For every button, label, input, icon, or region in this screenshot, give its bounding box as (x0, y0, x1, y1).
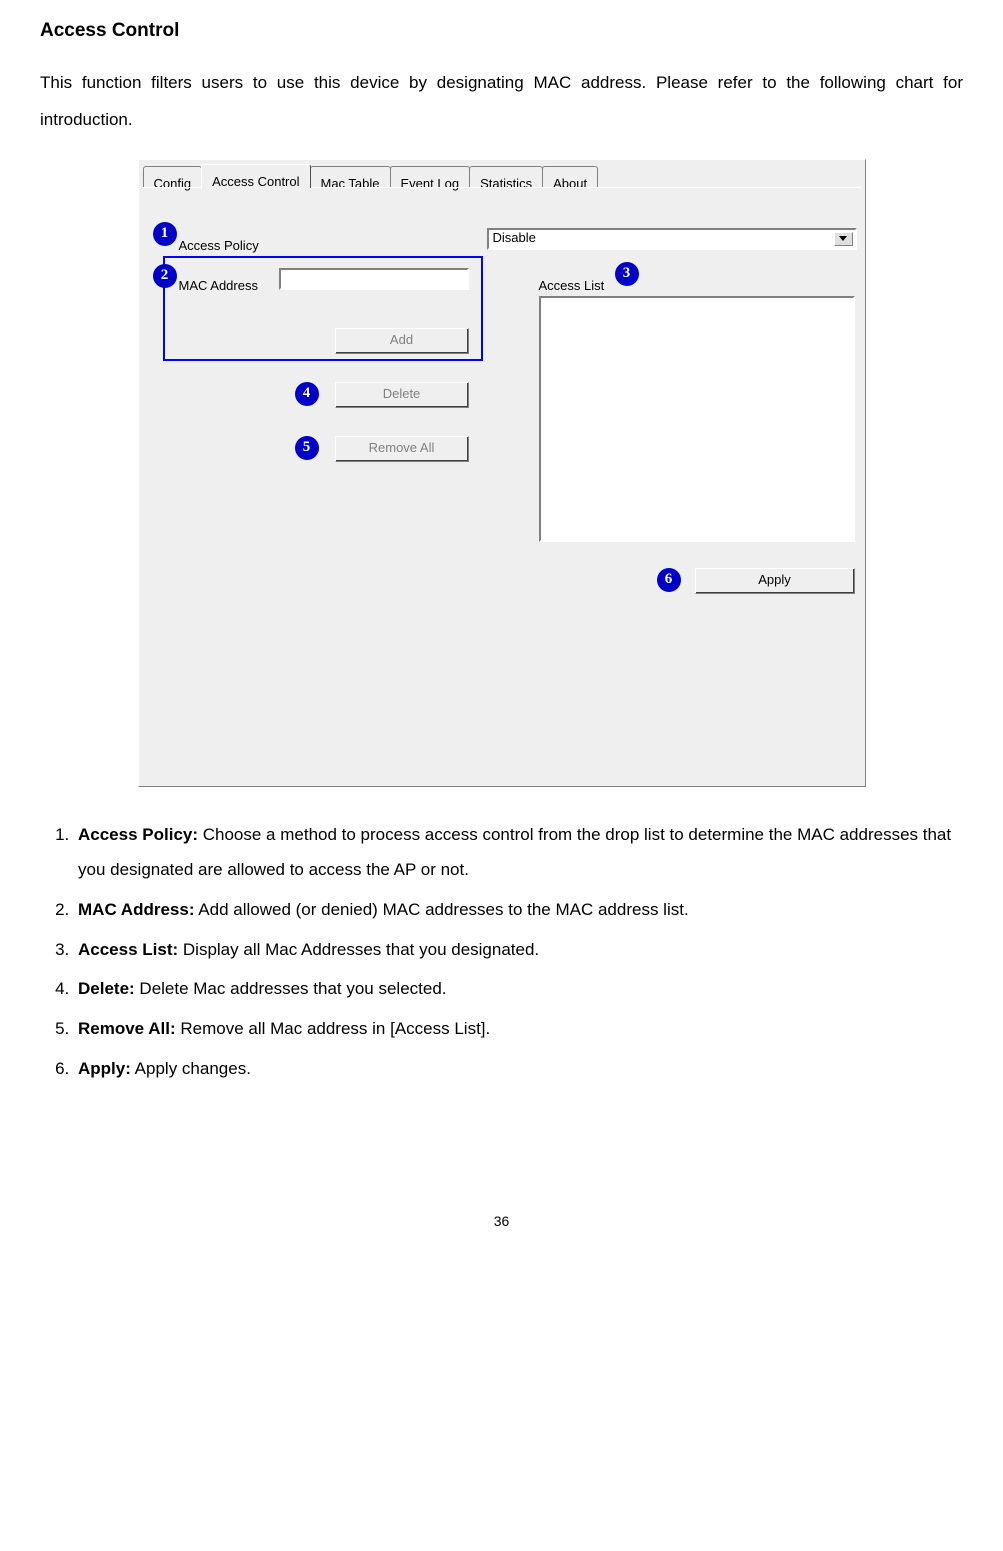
mac-address-label: MAC Address (179, 272, 258, 301)
callout-3: 3 (615, 262, 639, 286)
access-list-box[interactable] (539, 296, 855, 542)
tab-event-log[interactable]: Event Log (390, 166, 471, 188)
delete-button[interactable]: Delete (335, 382, 469, 408)
tab-mac-table[interactable]: Mac Table (310, 166, 391, 188)
note-5: Remove All: Remove all Mac address in [A… (74, 1011, 963, 1047)
callout-4: 4 (295, 382, 319, 406)
note-4: Delete: Delete Mac addresses that you se… (74, 971, 963, 1007)
mac-address-input[interactable] (279, 268, 469, 290)
remove-all-button[interactable]: Remove All (335, 436, 469, 462)
note-1: Access Policy: Choose a method to proces… (74, 817, 963, 888)
tab-access-control[interactable]: Access Control (201, 164, 310, 188)
tab-about[interactable]: About (542, 166, 598, 188)
chevron-down-icon[interactable] (834, 232, 853, 246)
callout-1: 1 (153, 222, 177, 246)
apply-button[interactable]: Apply (695, 568, 855, 594)
page-number: 36 (40, 1206, 963, 1237)
tab-bar: Config Access Control Mac Table Event Lo… (143, 164, 861, 188)
note-2: MAC Address: Add allowed (or denied) MAC… (74, 892, 963, 928)
intro-paragraph: This function filters users to use this … (40, 64, 963, 139)
access-policy-dropdown[interactable]: Disable (487, 228, 857, 250)
access-policy-value: Disable (493, 224, 536, 253)
note-3: Access List: Display all Mac Addresses t… (74, 932, 963, 968)
add-button[interactable]: Add (335, 328, 469, 354)
access-policy-label: Access Policy (179, 232, 259, 261)
callout-5: 5 (295, 436, 319, 460)
tab-config[interactable]: Config (143, 166, 203, 188)
section-heading: Access Control (40, 10, 963, 52)
callout-6: 6 (657, 568, 681, 592)
notes-list: Access Policy: Choose a method to proces… (40, 817, 963, 1087)
tab-statistics[interactable]: Statistics (469, 166, 543, 188)
access-control-dialog: Config Access Control Mac Table Event Lo… (138, 159, 866, 787)
note-6: Apply: Apply changes. (74, 1051, 963, 1087)
callout-2: 2 (153, 264, 177, 288)
